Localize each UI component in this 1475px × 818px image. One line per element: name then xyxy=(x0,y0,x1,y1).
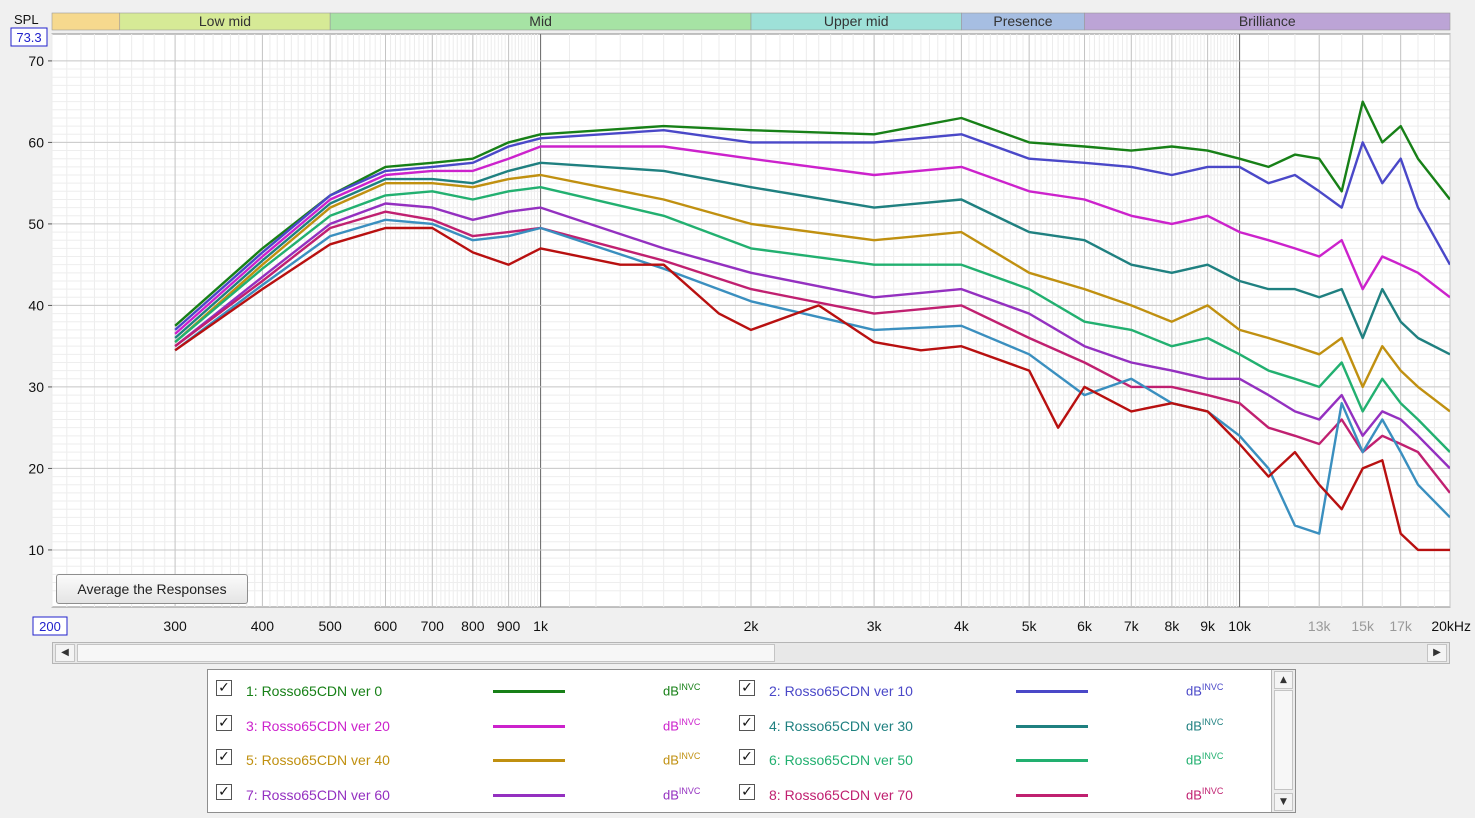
legend-list: ✓ 1: Rosso65CDN ver 0 dBINVC ✓ 2: Rosso65CDN… xyxy=(208,670,1270,812)
legend-item[interactable]: ✓ 7: Rosso65CDN ver 60 dBINVC xyxy=(208,778,728,804)
y-axis-ticks: 10 20 30 40 50 60 70 xyxy=(28,53,52,558)
legend-checkbox[interactable]: ✓ xyxy=(216,714,232,731)
x-tick-label: 10k xyxy=(1228,618,1252,634)
y-top-value: 73.3 xyxy=(16,30,41,45)
legend-unit: dBINVC xyxy=(663,751,701,768)
legend-series-name: 8: Rosso65CDN ver 70 xyxy=(769,786,913,803)
x-tick-label: 400 xyxy=(251,618,275,634)
y-tick-label: 30 xyxy=(28,379,44,395)
legend-line-swatch xyxy=(1016,759,1088,762)
x-tick-label: 15k xyxy=(1351,618,1375,634)
band-label: Mid xyxy=(529,13,552,29)
legend-series-name: 7: Rosso65CDN ver 60 xyxy=(246,786,390,803)
x-tick-label: 700 xyxy=(421,618,445,634)
scroll-right-arrow-icon[interactable]: ▶ xyxy=(1427,644,1447,662)
legend-item[interactable]: ✓ 3: Rosso65CDN ver 20 dBINVC xyxy=(208,709,728,735)
x-tick-label: 800 xyxy=(461,618,485,634)
x-tick-label: 1k xyxy=(533,618,549,634)
legend-line-swatch xyxy=(493,759,565,762)
y-tick-label: 20 xyxy=(28,460,44,476)
frequency-response-chart: Low mid Mid Upper mid Presence Brilliance 10… xyxy=(10,12,1471,636)
legend-checkbox[interactable]: ✓ xyxy=(216,680,232,696)
x-tick-label: 3k xyxy=(867,618,883,634)
legend-checkbox[interactable]: ✓ xyxy=(216,783,232,800)
legend-item[interactable]: ✓ 5: Rosso65CDN ver 40 dBINVC xyxy=(208,743,728,769)
y-tick-label: 60 xyxy=(28,134,44,150)
band-0 xyxy=(51,12,121,31)
x-tick-label: 13k xyxy=(1308,618,1332,634)
x-left-value: 200 xyxy=(39,619,61,634)
legend-line-swatch xyxy=(493,793,565,797)
x-tick-label: 500 xyxy=(318,618,342,634)
x-axis-ticks: 300 400 500 600 700 800 900 1k 2k 3k 4k 5k 6k 7k 8k 9k 1… xyxy=(163,618,1471,634)
legend-series-name: 5: Rosso65CDN ver 40 xyxy=(246,752,390,768)
legend-checkbox[interactable]: ✓ xyxy=(216,749,232,765)
y-tick-label: 10 xyxy=(28,542,44,558)
x-tick-label: 900 xyxy=(497,618,521,634)
x-tick-label: 6k xyxy=(1077,618,1093,634)
legend-unit: dBINVC xyxy=(663,682,701,699)
legend-checkbox[interactable]: ✓ xyxy=(739,714,755,731)
legend-unit: dBINVC xyxy=(1186,751,1224,768)
legend-series-name: 4: Rosso65CDN ver 30 xyxy=(769,717,913,734)
legend-unit: dBINVC xyxy=(663,785,701,802)
legend-line-swatch xyxy=(1016,793,1088,797)
legend-item[interactable]: ✓ 2: Rosso65CDN ver 10 dBINVC xyxy=(731,674,1251,700)
x-tick-label: 4k xyxy=(954,618,970,634)
legend-series-name: 2: Rosso65CDN ver 10 xyxy=(769,683,913,699)
legend-unit: dBINVC xyxy=(1186,785,1224,802)
legend-scroll-thumb[interactable] xyxy=(1274,690,1293,790)
legend-unit: dBINVC xyxy=(1186,682,1224,699)
legend-item[interactable]: ✓ 1: Rosso65CDN ver 0 dBINVC xyxy=(208,674,728,700)
average-responses-button[interactable]: Average the Responses xyxy=(56,574,248,604)
legend-series-name: 3: Rosso65CDN ver 20 xyxy=(246,717,390,734)
legend-unit: dBINVC xyxy=(663,716,701,733)
band-label: Low mid xyxy=(199,13,251,29)
horizontal-scrollbar[interactable]: ◀ ▶ xyxy=(52,642,1450,664)
x-tick-label: 20kHz xyxy=(1431,618,1471,634)
frequency-bands: Low mid Mid Upper mid Presence Brilliance xyxy=(51,12,1451,31)
legend-series-name: 6: Rosso65CDN ver 50 xyxy=(769,752,913,768)
legend-line-swatch xyxy=(493,690,565,693)
legend-vertical-scrollbar[interactable]: ▲ ▼ xyxy=(1271,670,1295,812)
band-label: Presence xyxy=(993,13,1052,29)
legend-line-swatch xyxy=(1016,690,1088,693)
legend-item[interactable]: ✓ 4: Rosso65CDN ver 30 dBINVC xyxy=(731,709,1251,735)
legend-item[interactable]: ✓ 6: Rosso65CDN ver 50 dBINVC xyxy=(731,743,1251,769)
scroll-left-arrow-icon[interactable]: ◀ xyxy=(55,644,75,662)
horizontal-scroll-thumb[interactable] xyxy=(77,644,775,662)
band-label: Brilliance xyxy=(1239,13,1296,29)
y-tick-label: 40 xyxy=(28,297,44,313)
y-axis-label: SPL xyxy=(14,12,39,27)
legend-checkbox[interactable]: ✓ xyxy=(739,749,755,765)
scroll-down-arrow-icon[interactable]: ▼ xyxy=(1274,793,1293,811)
legend-series-name: 1: Rosso65CDN ver 0 xyxy=(246,683,383,699)
legend-line-swatch xyxy=(493,724,565,728)
legend-line-swatch xyxy=(1016,724,1088,728)
x-tick-label: 5k xyxy=(1022,618,1038,634)
legend-checkbox[interactable]: ✓ xyxy=(739,783,755,800)
y-tick-label: 70 xyxy=(28,53,44,69)
band-label: Upper mid xyxy=(824,13,889,29)
y-tick-label: 50 xyxy=(28,216,44,232)
legend-unit: dBINVC xyxy=(1186,716,1224,733)
scroll-up-arrow-icon[interactable]: ▲ xyxy=(1274,671,1293,689)
x-tick-label: 7k xyxy=(1124,618,1140,634)
legend-checkbox[interactable]: ✓ xyxy=(739,680,755,696)
legend-item[interactable]: ✓ 8: Rosso65CDN ver 70 dBINVC xyxy=(731,778,1251,804)
x-tick-label: 8k xyxy=(1164,618,1180,634)
x-tick-label: 300 xyxy=(163,618,187,634)
x-tick-label: 600 xyxy=(374,618,398,634)
x-tick-label: 2k xyxy=(744,618,760,634)
legend-panel: ✓ 1: Rosso65CDN ver 0 dBINVC ✓ 2: Rosso65CDN… xyxy=(207,669,1296,813)
x-tick-label: 9k xyxy=(1200,618,1216,634)
x-tick-label: 17k xyxy=(1389,618,1413,634)
